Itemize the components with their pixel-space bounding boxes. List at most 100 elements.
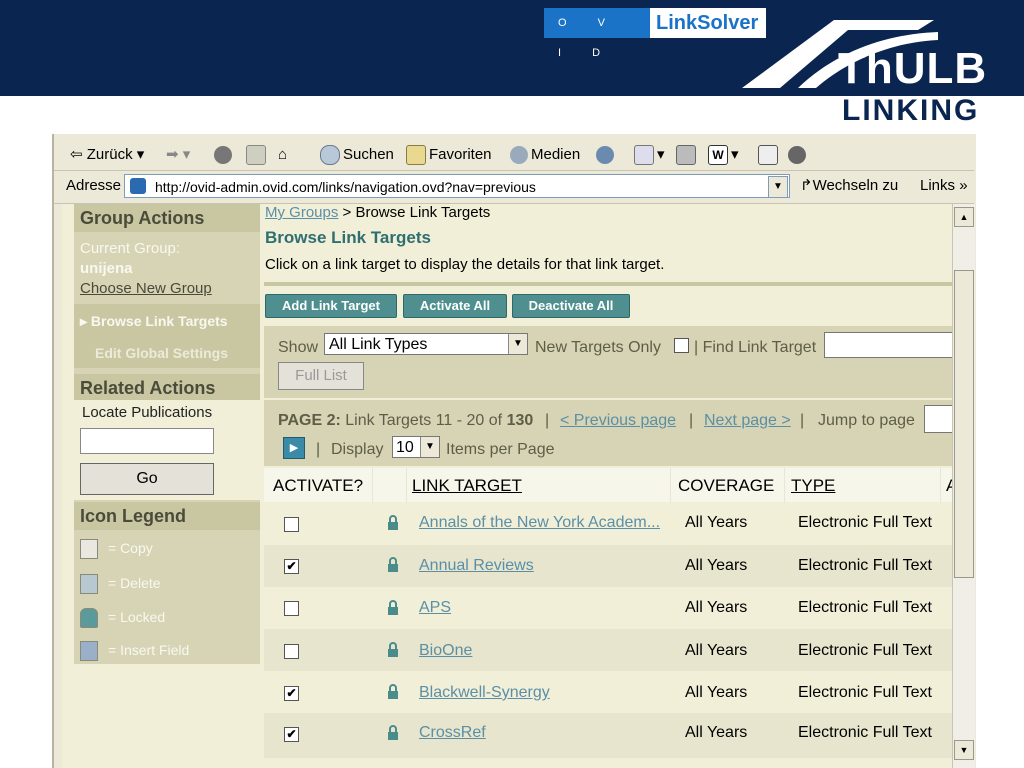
type-cell: Electronic Full Text — [798, 642, 932, 659]
paging-separator: | — [545, 412, 550, 429]
edit-word-button[interactable]: W ▾ — [708, 144, 739, 166]
legend-copy: = Copy — [80, 536, 153, 560]
lock-icon — [388, 684, 398, 699]
locate-publications-label: Locate Publications — [82, 404, 213, 421]
home-button[interactable]: ⌂ — [278, 144, 287, 166]
caret-right-icon: ▸ — [80, 313, 88, 329]
chevron-down-icon: ▼ — [508, 334, 527, 354]
legend-locked: = Locked — [80, 605, 165, 629]
link-target-link[interactable]: CrossRef — [419, 724, 486, 742]
activate-checkbox[interactable] — [284, 601, 299, 616]
word-icon: W — [708, 145, 728, 166]
activate-checkbox[interactable]: ✔ — [284, 559, 299, 574]
items-per-page-label: Items per Page — [446, 441, 555, 458]
media-button[interactable]: Medien — [510, 144, 580, 166]
activate-checkbox[interactable] — [284, 644, 299, 659]
search-icon — [320, 145, 340, 166]
browser-toolbar: ⇦ Zurück ▾ ➡ ▾ ⌂ Suchen Favoriten Medien… — [54, 138, 974, 171]
lock-icon — [80, 608, 98, 629]
thulb-logo-text: ThULB — [838, 44, 988, 93]
activate-all-button[interactable]: Activate All — [403, 294, 507, 318]
link-target-link[interactable]: Blackwell-Synergy — [419, 684, 550, 702]
link-target-link[interactable]: Annual Reviews — [419, 557, 534, 575]
deactivate-all-button[interactable]: Deactivate All — [512, 294, 630, 318]
col-header-type[interactable]: TYPE — [791, 476, 835, 496]
print-icon — [676, 145, 696, 166]
coverage-cell: All Years — [685, 557, 748, 574]
instructions-text: Click on a link target to display the de… — [265, 256, 665, 273]
forward-arrow-icon: ➡ — [166, 146, 179, 163]
mail-button[interactable]: ▾ — [634, 144, 665, 166]
scroll-up-arrow-icon[interactable]: ▲ — [954, 207, 974, 227]
messenger-button[interactable] — [788, 144, 809, 166]
address-label: Adresse — [66, 177, 122, 194]
print-button[interactable] — [676, 144, 699, 166]
type-cell: Electronic Full Text — [798, 724, 932, 741]
url-dropdown-arrow-icon[interactable]: ▼ — [768, 176, 788, 198]
links-toolbar[interactable]: Links » — [920, 175, 968, 197]
previous-page-link[interactable]: < Previous page — [560, 412, 676, 430]
link-target-link[interactable]: APS — [419, 599, 451, 617]
forward-button[interactable]: ➡ ▾ — [166, 144, 190, 166]
next-page-link[interactable]: Next page > — [704, 412, 791, 430]
legend-delete: = Delete — [80, 571, 161, 595]
breadcrumb-my-groups-link[interactable]: My Groups — [265, 204, 338, 221]
history-icon — [596, 146, 614, 165]
go-button[interactable]: Go — [80, 463, 214, 495]
activate-checkbox[interactable]: ✔ — [284, 686, 299, 701]
favorites-icon — [406, 145, 426, 166]
add-link-target-button[interactable]: Add Link Target — [265, 294, 397, 318]
display-label: Display — [331, 441, 384, 458]
choose-new-group-link[interactable]: Choose New Group — [80, 280, 212, 297]
legend-insert-field: = Insert Field — [80, 638, 189, 662]
locate-publications-input[interactable] — [80, 428, 214, 454]
current-group-label: Current Group: — [80, 240, 181, 257]
coverage-cell: All Years — [685, 724, 748, 741]
history-button[interactable] — [596, 144, 617, 166]
scroll-down-arrow-icon[interactable]: ▼ — [954, 740, 974, 760]
icon-legend-heading: Icon Legend — [74, 502, 260, 530]
related-actions-heading: Related Actions — [74, 374, 260, 402]
discuss-button[interactable] — [758, 144, 781, 166]
col-header-coverage: COVERAGE — [678, 476, 775, 495]
jump-to-page-input[interactable] — [924, 405, 954, 433]
favorites-button[interactable]: Favoriten — [406, 144, 492, 166]
ovid-logo: O V I D — [544, 8, 650, 59]
trash-icon — [80, 574, 98, 595]
paging-separator: | — [316, 441, 321, 458]
discuss-icon — [758, 145, 778, 166]
items-per-page-select[interactable]: 10 ▼ — [392, 436, 440, 458]
refresh-icon — [246, 145, 266, 166]
find-link-target-input[interactable] — [824, 332, 954, 358]
back-button[interactable]: ⇦ Zurück ▾ — [70, 144, 144, 166]
go-to-button[interactable]: ↱Wechseln zu — [800, 175, 898, 197]
lock-icon — [388, 515, 398, 530]
new-targets-only-checkbox[interactable] — [674, 338, 689, 353]
edit-global-settings-nav[interactable]: Edit Global Settings — [95, 345, 228, 361]
browse-link-targets-nav[interactable]: ▸ Browse Link Targets — [80, 313, 228, 330]
col-header-link-target[interactable]: LINK TARGET — [412, 476, 522, 496]
activate-checkbox[interactable]: ✔ — [284, 727, 299, 742]
col-header-activate: ACTIVATE? — [273, 476, 364, 495]
chevron-down-icon: ▼ — [420, 437, 439, 457]
jump-to-page-label: Jump to page — [818, 412, 915, 429]
stop-button[interactable] — [214, 144, 235, 166]
link-type-select[interactable]: All Link Types ▼ — [324, 333, 528, 355]
divider — [264, 282, 952, 286]
url-field[interactable]: http://ovid-admin.ovid.com/links/navigat… — [124, 174, 790, 198]
link-target-link[interactable]: BioOne — [419, 642, 472, 660]
search-button[interactable]: Suchen — [320, 144, 394, 166]
refresh-button[interactable] — [246, 144, 269, 166]
full-list-button[interactable]: Full List — [278, 362, 364, 390]
scrollbar-thumb[interactable] — [954, 270, 974, 578]
breadcrumb: My Groups > Browse Link Targets — [265, 204, 491, 221]
lock-icon — [388, 725, 398, 740]
link-target-link[interactable]: Annals of the New York Academ... — [419, 514, 660, 532]
jump-go-play-icon[interactable]: ▶ — [283, 437, 305, 459]
page-title: Browse Link Targets — [265, 228, 431, 247]
lock-icon — [388, 557, 398, 572]
stop-icon — [214, 146, 232, 165]
paging-info: PAGE 2: Link Targets 11 - 20 of 130 — [278, 412, 534, 429]
activate-checkbox[interactable] — [284, 517, 299, 532]
insert-field-icon — [80, 641, 98, 662]
